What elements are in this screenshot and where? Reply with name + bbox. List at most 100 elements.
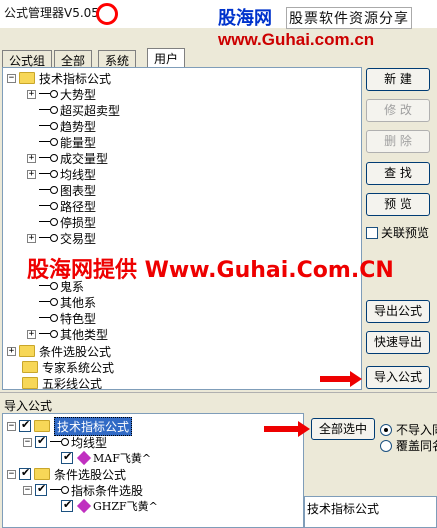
collapse-icon[interactable]: − xyxy=(23,437,32,447)
formula-item-icon xyxy=(76,498,92,514)
tree-node-label: 超买超卖型 xyxy=(60,103,121,118)
tree-node[interactable]: 停损型 xyxy=(27,214,96,230)
import-formula-tree[interactable]: − 技术指标公式 − 均线型 MAF飞黄^ − 条件选股公式 − 指标条件选股 … xyxy=(2,413,304,528)
expand-icon[interactable]: + xyxy=(27,89,36,99)
tree-node[interactable]: 图表型 xyxy=(27,182,96,198)
expand-icon[interactable]: + xyxy=(27,153,36,163)
import-checkbox[interactable] xyxy=(35,482,47,496)
export-formula-button[interactable]: 导出公式 xyxy=(366,300,430,323)
site-logo-subtitle: 股票软件资源分享 xyxy=(286,7,412,29)
collapse-icon[interactable]: − xyxy=(7,421,16,431)
formula-icon xyxy=(39,137,58,147)
import-tree-node[interactable]: MAF飞黄^ xyxy=(61,450,151,466)
formula-icon xyxy=(39,121,58,131)
tree-node-label: 路径型 xyxy=(60,199,97,214)
tree-node-group[interactable]: + 条件选股公式 xyxy=(7,343,111,359)
import-checkbox[interactable] xyxy=(19,466,31,480)
radio-skip-duplicates[interactable]: 不导入同 xyxy=(380,421,437,438)
section-divider xyxy=(0,392,437,393)
tree-node-label: 停损型 xyxy=(60,215,97,230)
expand-icon[interactable]: + xyxy=(27,169,36,179)
watermark-text: 股海网提供 Www.Guhai.Com.CN xyxy=(27,258,394,283)
tree-node[interactable]: 趋势型 xyxy=(27,118,96,134)
tree-node-label: 图表型 xyxy=(60,183,97,198)
tree-node[interactable]: 能量型 xyxy=(27,134,96,150)
formula-icon xyxy=(39,169,58,179)
formula-icon xyxy=(39,313,58,323)
formula-icon xyxy=(39,89,58,99)
radio-button[interactable] xyxy=(380,439,392,452)
tab-user[interactable]: 用户 xyxy=(147,48,186,68)
related-preview-label: 关联预览 xyxy=(381,226,430,240)
tree-node-label: 能量型 xyxy=(60,135,97,150)
selected-category-text: 技术指标公式 xyxy=(307,502,380,516)
radio-label: 不导入同 xyxy=(396,423,437,437)
import-tree-node[interactable]: − 指标条件选股 xyxy=(23,482,143,498)
delete-button[interactable]: 删 除 xyxy=(366,130,430,153)
tree-node[interactable]: + 交易型 xyxy=(27,230,96,246)
collapse-icon[interactable]: − xyxy=(7,469,16,479)
site-logo-url: www.Guhai.com.cn xyxy=(218,30,375,49)
formula-icon xyxy=(50,437,69,447)
preview-button[interactable]: 预 览 xyxy=(366,193,430,216)
import-checkbox[interactable] xyxy=(19,418,31,432)
import-tree-node[interactable]: − 技术指标公式 xyxy=(7,416,133,436)
import-checkbox[interactable] xyxy=(61,450,73,464)
tree-node-label: 特色型 xyxy=(60,311,97,326)
import-tree-node[interactable]: − 条件选股公式 xyxy=(7,466,126,482)
select-all-button[interactable]: 全部选中 xyxy=(311,418,375,440)
expand-icon[interactable]: + xyxy=(27,329,36,339)
tree-node-root[interactable]: − 技术指标公式 xyxy=(7,70,111,86)
formula-item-icon xyxy=(76,450,92,466)
tree-node-label: MAF飞黄^ xyxy=(93,452,152,465)
radio-label: 覆盖同名 xyxy=(396,439,437,453)
tree-node-label: 趋势型 xyxy=(60,119,97,134)
site-logo: 股海网 xyxy=(218,8,272,29)
tree-node-label: GHZF飞黄^ xyxy=(93,500,158,513)
import-tree-node[interactable]: GHZF飞黄^ xyxy=(61,498,158,514)
tree-node[interactable]: + 大势型 xyxy=(27,86,96,102)
collapse-icon[interactable]: − xyxy=(23,485,32,495)
new-button[interactable]: 新 建 xyxy=(366,68,430,91)
red-circle-annotation-icon xyxy=(96,3,118,25)
tree-node[interactable]: 其他系 xyxy=(27,294,96,310)
edit-button[interactable]: 修 改 xyxy=(366,99,430,122)
formula-icon xyxy=(39,185,58,195)
tree-node-label: 指标条件选股 xyxy=(71,483,144,498)
import-formula-button[interactable]: 导入公式 xyxy=(366,366,430,389)
tree-node-label: 大势型 xyxy=(60,87,97,102)
tree-node-group[interactable]: 五彩线公式 xyxy=(7,375,103,390)
import-checkbox[interactable] xyxy=(35,434,47,448)
tree-node[interactable]: 路径型 xyxy=(27,198,96,214)
tree-node[interactable]: + 成交量型 xyxy=(27,150,108,166)
tree-node[interactable]: 超买超卖型 xyxy=(27,102,120,118)
quick-export-button[interactable]: 快速导出 xyxy=(366,331,430,354)
red-arrow-icon xyxy=(320,371,362,387)
checkbox-box[interactable] xyxy=(366,226,378,239)
formula-icon xyxy=(50,485,69,495)
folder-icon xyxy=(22,361,38,373)
tree-node-label: 条件选股公式 xyxy=(39,344,112,359)
folder-icon xyxy=(19,345,35,357)
radio-overwrite-duplicates[interactable]: 覆盖同名 xyxy=(380,437,437,454)
tree-node-label: 五彩线公式 xyxy=(42,376,103,390)
formula-tree[interactable]: − 技术指标公式 + 大势型 超买超卖型 趋势型 能量型 + 成交量型 + 均线型 图… xyxy=(2,67,362,390)
import-tree-node[interactable]: − 均线型 xyxy=(23,434,107,450)
radio-button[interactable] xyxy=(380,423,392,436)
import-checkbox[interactable] xyxy=(61,498,73,512)
tree-node[interactable]: + 其他类型 xyxy=(27,326,108,342)
tab-system[interactable]: 系统 xyxy=(98,50,137,68)
tab-formula-group[interactable]: 公式组 xyxy=(2,50,53,68)
tree-node-group[interactable]: 专家系统公式 xyxy=(7,359,114,375)
folder-icon xyxy=(19,72,35,84)
collapse-icon[interactable]: − xyxy=(7,73,16,83)
tree-node[interactable]: + 均线型 xyxy=(27,166,96,182)
tree-node[interactable]: 特色型 xyxy=(27,310,96,326)
expand-icon[interactable]: + xyxy=(27,233,36,243)
tab-all[interactable]: 全部 xyxy=(54,50,93,68)
related-preview-checkbox[interactable]: 关联预览 xyxy=(366,224,429,241)
expand-icon[interactable]: + xyxy=(7,346,16,356)
formula-icon xyxy=(39,329,58,339)
selected-category-box: 技术指标公式 xyxy=(304,496,437,528)
find-button[interactable]: 查 找 xyxy=(366,162,430,185)
